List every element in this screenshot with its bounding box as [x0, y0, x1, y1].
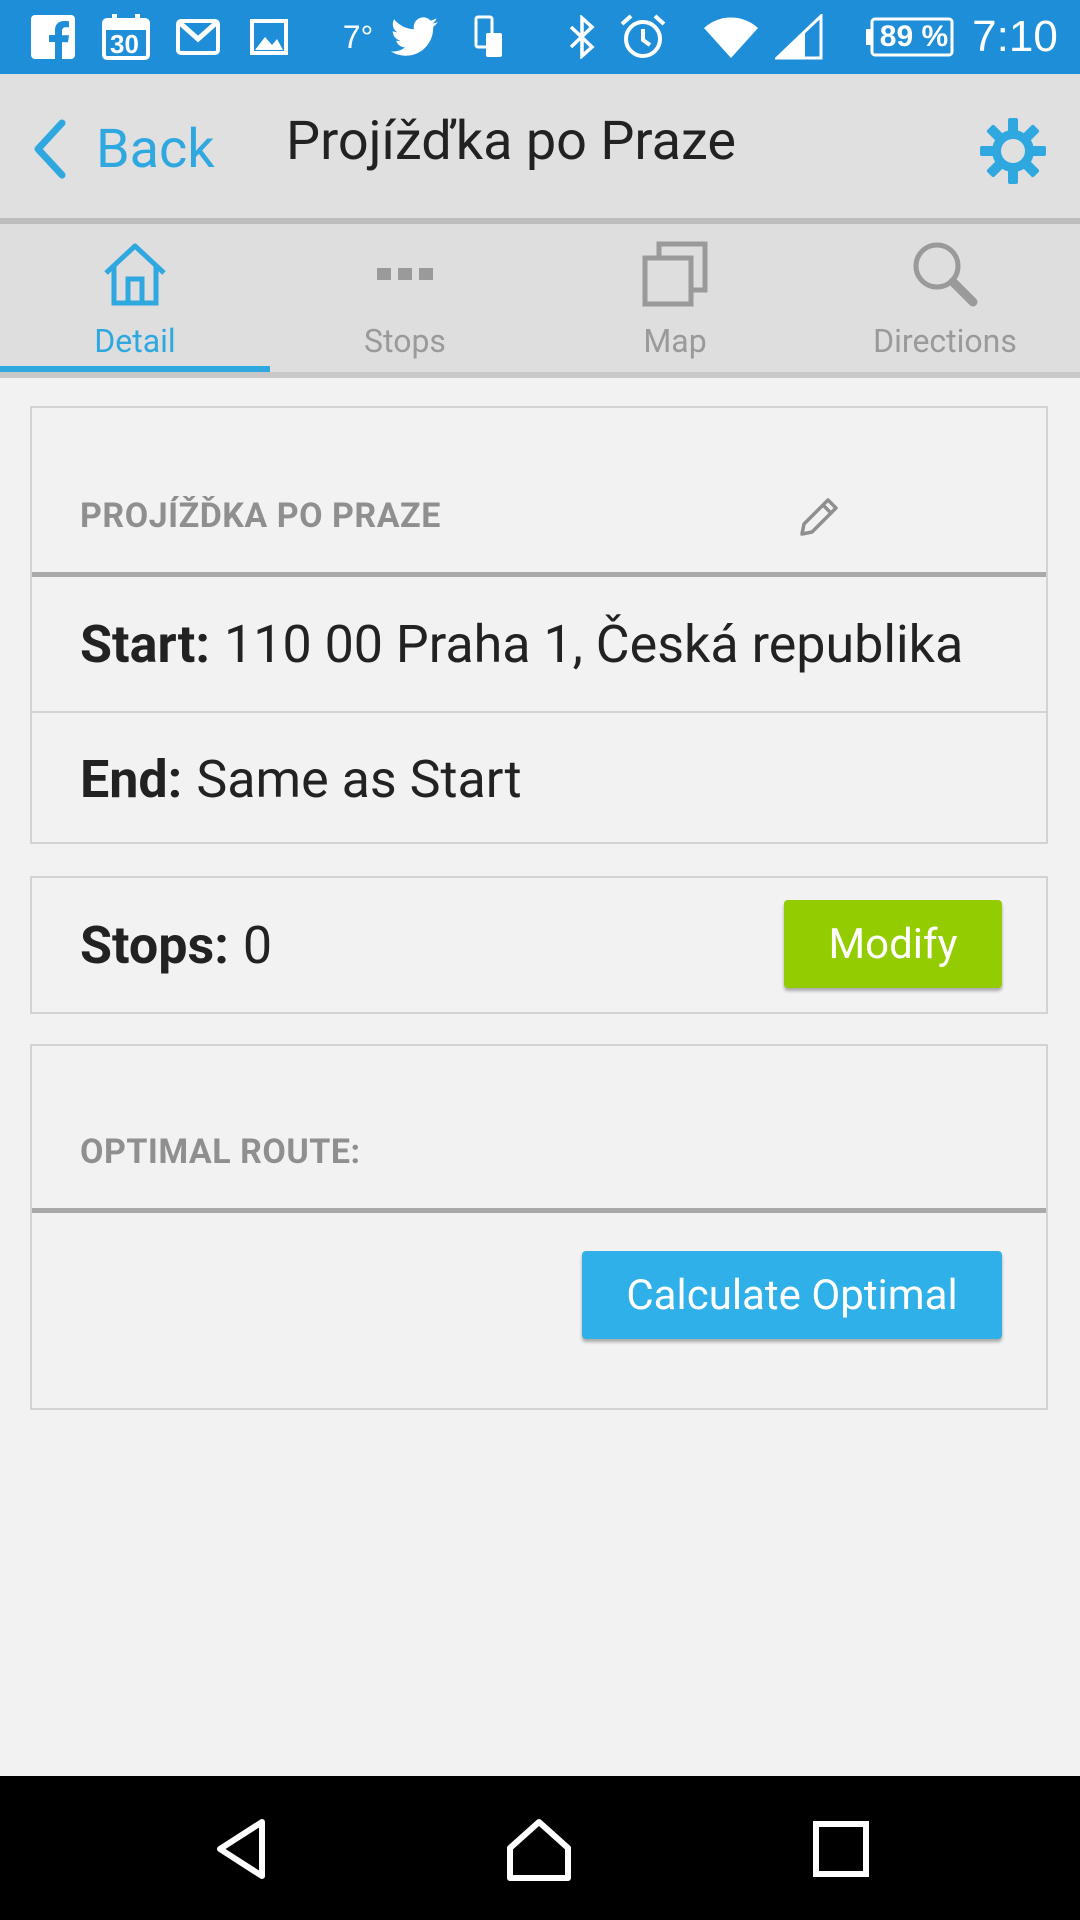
route-name-heading: PROJÍŽĎKA PO PRAZE	[80, 496, 441, 536]
nav-home-icon[interactable]	[504, 1814, 574, 1884]
tab-directions[interactable]: Directions	[810, 224, 1080, 372]
app-header: Back Projížďka po Praze	[0, 74, 1080, 218]
gear-icon[interactable]	[978, 116, 1048, 186]
tab-detail[interactable]: Detail	[0, 224, 270, 372]
bluetooth-icon	[566, 14, 598, 60]
tabs-divider	[0, 372, 1080, 378]
pencil-icon[interactable]	[794, 494, 842, 542]
tab-label: Detail	[94, 322, 176, 360]
tab-bar: Detail Stops Map Directions	[0, 224, 1080, 372]
route-card: PROJÍŽĎKA PO PRAZE Start: 110 00 Praha 1…	[30, 406, 1048, 844]
tab-stops[interactable]: Stops	[270, 224, 540, 372]
chevron-left-icon	[34, 119, 66, 179]
battery-icon: 89 %	[866, 14, 954, 60]
tab-label: Directions	[873, 322, 1017, 360]
stops-card: Stops: 0 Modify	[30, 876, 1048, 1014]
gallery-icon	[250, 14, 288, 60]
start-label: Start:	[80, 613, 210, 675]
facebook-icon	[30, 14, 76, 60]
phone-icon	[472, 14, 506, 60]
route-card-header: PROJÍŽĎKA PO PRAZE	[32, 408, 1046, 577]
calendar-icon: 30	[102, 14, 150, 60]
nav-back-icon[interactable]	[208, 1814, 278, 1884]
signal-icon	[774, 14, 824, 60]
clock-text: 7:10	[972, 12, 1058, 61]
layers-icon	[639, 238, 711, 310]
stops-label: Stops:	[80, 914, 229, 976]
optimal-route-card: OPTIMAL ROUTE: Calculate Optimal	[30, 1044, 1048, 1410]
calculate-optimal-button[interactable]: Calculate Optimal	[582, 1251, 1002, 1339]
dots-icon	[369, 238, 441, 310]
search-icon	[909, 238, 981, 310]
system-nav-bar	[0, 1776, 1080, 1920]
tab-label: Stops	[364, 322, 446, 360]
modify-button[interactable]: Modify	[784, 900, 1002, 988]
page-title: Projížďka po Praze	[286, 110, 737, 173]
tab-label: Map	[643, 322, 707, 360]
status-bar: 30 7° 89 % 7:10	[0, 0, 1080, 74]
back-label: Back	[96, 117, 215, 181]
home-icon	[99, 238, 171, 310]
optimal-route-header: OPTIMAL ROUTE:	[32, 1046, 1046, 1213]
wifi-icon	[700, 14, 762, 60]
start-row[interactable]: Start: 110 00 Praha 1, Česká republika	[32, 577, 1046, 711]
battery-percent: 89 %	[879, 20, 949, 53]
start-value: 110 00 Praha 1, Česká republika	[224, 613, 964, 675]
gmail-icon	[176, 14, 220, 60]
calendar-day: 30	[110, 29, 139, 59]
end-value: Same as Start	[196, 748, 522, 810]
temperature-text: 7°	[342, 18, 374, 55]
tab-map[interactable]: Map	[540, 224, 810, 372]
twitter-icon	[390, 14, 440, 60]
optimal-route-body: Calculate Optimal	[32, 1213, 1046, 1403]
end-row[interactable]: End: Same as Start	[32, 711, 1046, 845]
nav-recents-icon[interactable]	[806, 1814, 876, 1884]
stops-count: 0	[242, 914, 273, 976]
end-label: End:	[80, 748, 183, 810]
alarm-icon	[618, 14, 668, 60]
optimal-route-heading: OPTIMAL ROUTE:	[80, 1132, 361, 1172]
back-button[interactable]: Back	[30, 114, 215, 184]
